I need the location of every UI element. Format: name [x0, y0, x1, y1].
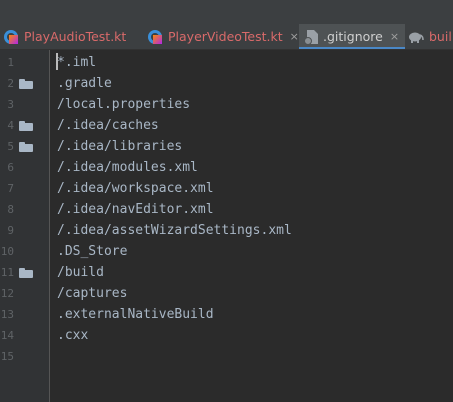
close-tab-icon[interactable]: ×	[290, 30, 299, 43]
line-number-gutter: 1 2 3 4 5 6 7 8 9 10 11 12 13 14 15	[0, 50, 50, 402]
line-number: 8	[7, 203, 14, 216]
editor-tab-bar: PlayAudioTest.kt PlayerVideoTest.kt × .g…	[0, 0, 453, 50]
code-line[interactable]: .cxx	[57, 325, 88, 346]
line-number: 12	[0, 287, 14, 300]
line-number: 10	[0, 245, 14, 258]
code-line[interactable]: /.idea/libraries	[57, 136, 182, 157]
line-number: 5	[7, 140, 14, 153]
folder-icon	[19, 268, 33, 278]
line-number: 3	[7, 98, 14, 111]
line-number: 14	[0, 329, 14, 342]
line-number: 4	[7, 119, 14, 132]
code-line[interactable]: /captures	[57, 283, 127, 304]
code-line[interactable]: /.idea/workspace.xml	[57, 178, 214, 199]
code-line[interactable]: /.idea/assetWizardSettings.xml	[57, 220, 292, 241]
code-line[interactable]: *.iml	[57, 52, 96, 73]
close-tab-icon[interactable]: ×	[390, 30, 399, 43]
code-line[interactable]: /build	[57, 262, 104, 283]
line-number: 15	[0, 350, 14, 363]
tab-label: PlayerVideoTest.kt	[168, 29, 283, 44]
gradle-elephant-icon	[409, 32, 424, 43]
code-editor[interactable]: *.iml .gradle /local.properties /.idea/c…	[50, 50, 453, 402]
tab-label: buil	[429, 29, 452, 44]
tab-gitignore[interactable]: .gitignore ×	[299, 24, 406, 50]
code-line[interactable]: /.idea/modules.xml	[57, 157, 198, 178]
line-number: 6	[7, 161, 14, 174]
line-number: 13	[0, 308, 14, 321]
tab-playervideotest[interactable]: PlayerVideoTest.kt ×	[148, 24, 305, 49]
folder-icon	[19, 121, 33, 131]
code-line[interactable]: .externalNativeBuild	[57, 304, 214, 325]
kotlin-file-icon	[4, 29, 18, 44]
line-number: 11	[0, 266, 14, 279]
tab-build-gradle[interactable]: buil	[408, 24, 452, 49]
tab-playaudiotest[interactable]: PlayAudioTest.kt	[4, 24, 126, 49]
tab-label: PlayAudioTest.kt	[24, 29, 127, 44]
folder-icon	[19, 79, 33, 89]
ignore-file-icon	[304, 29, 318, 45]
tab-label: .gitignore	[323, 29, 383, 44]
line-number: 7	[7, 182, 14, 195]
line-number: 1	[7, 56, 14, 69]
line-number: 2	[7, 77, 14, 90]
code-line[interactable]: .gradle	[57, 73, 112, 94]
folder-icon	[19, 142, 33, 152]
code-line[interactable]: /local.properties	[57, 94, 190, 115]
code-line[interactable]: /.idea/caches	[57, 115, 159, 136]
code-line[interactable]: /.idea/navEditor.xml	[57, 199, 214, 220]
code-line[interactable]: .DS_Store	[57, 241, 127, 262]
kotlin-file-icon	[148, 29, 162, 44]
line-number: 9	[7, 224, 14, 237]
text-caret	[56, 53, 58, 70]
